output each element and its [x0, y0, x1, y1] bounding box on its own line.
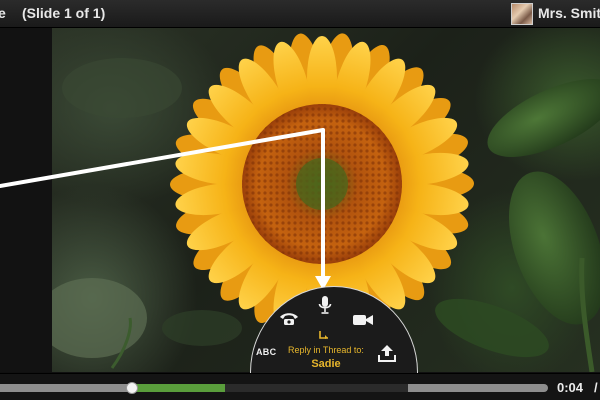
- video-camera-icon[interactable]: [353, 314, 373, 326]
- slide-counter: (Slide 1 of 1): [22, 5, 106, 21]
- scrub-handle[interactable]: [125, 382, 138, 394]
- upload-icon[interactable]: [378, 344, 396, 362]
- current-time: 0:04: [557, 380, 584, 395]
- presentation-title: e: [0, 5, 6, 21]
- user-avatar[interactable]: [511, 3, 533, 25]
- user-name[interactable]: Mrs. Smith: [538, 5, 600, 21]
- reply-thread-icon: [319, 331, 328, 339]
- voicethread-player: e (Slide 1 of 1) Mrs. Smith: [0, 0, 600, 400]
- top-bar: e (Slide 1 of 1) Mrs. Smith: [0, 0, 600, 28]
- buffered-segment: [224, 384, 409, 392]
- reply-thread-caption: Reply in Thread to:: [288, 345, 364, 355]
- played-segment: [0, 384, 132, 392]
- comment-segment[interactable]: [131, 384, 225, 392]
- time-separator: /: [594, 380, 598, 395]
- reply-target-name: Sadie: [311, 358, 341, 370]
- comment-sidebar: [0, 28, 52, 372]
- text-comment-button[interactable]: ABC: [256, 347, 276, 357]
- timeline-track[interactable]: [0, 384, 548, 392]
- playback-timeline: 0:04 /: [0, 373, 600, 400]
- microphone-icon[interactable]: [318, 296, 332, 314]
- phone-icon[interactable]: [279, 312, 299, 326]
